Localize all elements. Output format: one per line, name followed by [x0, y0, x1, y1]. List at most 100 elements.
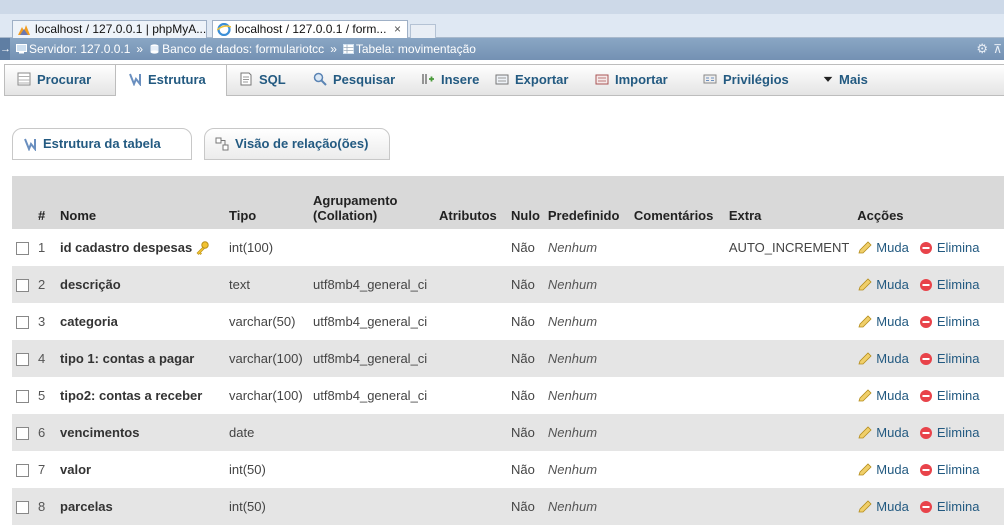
- drop-label: Elimina: [936, 351, 980, 366]
- drop-icon: [919, 464, 932, 476]
- menu-import[interactable]: Importar: [593, 65, 691, 95]
- column-attributes: [435, 229, 507, 266]
- insert-icon: [422, 74, 434, 84]
- drop-action[interactable]: Elimina: [919, 425, 979, 440]
- tab-table-structure[interactable]: Estrutura da tabela: [12, 128, 192, 160]
- menu-more[interactable]: Mais: [819, 65, 879, 95]
- settings-gear-icon[interactable]: ⚙: [976, 38, 988, 60]
- row-checkbox[interactable]: [16, 427, 29, 441]
- column-comments: [629, 266, 725, 303]
- column-name: id cadastro despesas: [60, 240, 193, 255]
- table-row: 6 vencimentos date Não Nenhum Muda Elimin…: [12, 414, 1004, 451]
- breadcrumb-database[interactable]: Banco de dados: formulariotcc: [162, 42, 324, 56]
- drop-label: Elimina: [936, 462, 980, 477]
- breadcrumb-separator: »: [330, 42, 337, 56]
- structure-table: # Nome Tipo Agrupamento (Collation) Atrib…: [12, 176, 1004, 525]
- drop-action[interactable]: Elimina: [919, 240, 979, 255]
- drop-action[interactable]: Elimina: [919, 499, 980, 514]
- pencil-icon: [858, 426, 872, 439]
- ie-logo-icon: [217, 23, 231, 36]
- row-number: 1: [34, 229, 56, 266]
- row-actions: Muda Elimina: [853, 340, 1004, 377]
- column-collation: utf8mb4_general_ci: [309, 377, 435, 414]
- change-action[interactable]: Muda: [857, 499, 909, 514]
- change-action[interactable]: Muda: [857, 314, 909, 329]
- column-null: Não: [507, 229, 544, 266]
- privileges-icon: [703, 74, 717, 84]
- table-menu: Procurar Estrutura SQL Pesquisar Insere …: [4, 64, 1004, 96]
- menu-sql[interactable]: SQL: [235, 65, 307, 95]
- column-name-cell: descrição: [56, 266, 225, 303]
- tab-relation-view[interactable]: Visão de relação(ões): [204, 128, 390, 160]
- row-checkbox[interactable]: [16, 464, 29, 478]
- table-row: 8 parcelas int(50) Não Nenhum Muda Elimin…: [12, 488, 1004, 525]
- header-name[interactable]: Nome: [56, 176, 225, 229]
- drop-icon: [919, 353, 932, 365]
- browser-tab-form[interactable]: localhost / 127.0.0.1 / form... ×: [212, 20, 408, 38]
- header-collation[interactable]: Agrupamento (Collation): [309, 176, 435, 229]
- menu-export[interactable]: Exportar: [493, 65, 589, 95]
- change-action[interactable]: Muda: [857, 388, 909, 403]
- drop-action[interactable]: Elimina: [919, 314, 979, 329]
- close-tab-icon[interactable]: ×: [394, 21, 401, 38]
- browse-icon: [17, 72, 31, 86]
- column-attributes: [435, 488, 507, 525]
- column-type: text: [225, 266, 309, 303]
- column-collation: [309, 488, 435, 525]
- change-label: Muda: [876, 462, 909, 477]
- row-number: 8: [34, 488, 56, 525]
- back-arrow-icon[interactable]: →: [0, 38, 11, 60]
- phpmyadmin-logo-icon: [18, 25, 30, 35]
- row-actions: Muda Elimina: [853, 414, 1004, 451]
- change-action[interactable]: Muda: [857, 277, 909, 292]
- menu-insert[interactable]: Insere: [419, 65, 489, 95]
- change-action[interactable]: Muda: [857, 240, 909, 255]
- row-number: 2: [34, 266, 56, 303]
- drop-action[interactable]: Elimina: [919, 277, 979, 292]
- menu-search[interactable]: Pesquisar: [311, 65, 415, 95]
- column-type: int(50): [225, 451, 309, 488]
- column-name-cell: tipo 1: contas a pagar: [56, 340, 225, 377]
- column-collation: [309, 414, 435, 451]
- row-checkbox[interactable]: [16, 279, 29, 293]
- row-checkbox[interactable]: [16, 390, 29, 404]
- drop-action[interactable]: Elimina: [919, 388, 979, 403]
- change-action[interactable]: Muda: [857, 351, 909, 366]
- change-action[interactable]: Muda: [857, 425, 909, 440]
- column-comments: [629, 451, 725, 488]
- menu-structure[interactable]: Estrutura: [115, 65, 227, 96]
- header-type[interactable]: Tipo: [225, 176, 309, 229]
- breadcrumb-server[interactable]: Servidor: 127.0.0.1: [29, 42, 130, 56]
- drop-icon: [919, 316, 932, 328]
- row-checkbox[interactable]: [16, 242, 29, 256]
- pencil-icon: [858, 389, 872, 402]
- table-row: 4 tipo 1: contas a pagar varchar(100) ut…: [12, 340, 1004, 377]
- change-action[interactable]: Muda: [857, 462, 909, 477]
- column-extra: [724, 266, 854, 303]
- drop-label: Elimina: [936, 499, 980, 514]
- search-icon: [313, 72, 327, 86]
- browser-tab-phpmyadmin[interactable]: localhost / 127.0.0.1 | phpMyA...: [12, 20, 207, 38]
- change-label: Muda: [876, 425, 909, 440]
- column-default: Nenhum: [543, 303, 630, 340]
- change-label: Muda: [876, 240, 909, 255]
- row-select-cell: [12, 414, 34, 451]
- new-tab-button[interactable]: [410, 24, 436, 38]
- drop-action[interactable]: Elimina: [919, 351, 980, 366]
- column-null: Não: [507, 451, 544, 488]
- row-checkbox[interactable]: [16, 316, 29, 330]
- change-label: Muda: [876, 388, 909, 403]
- column-comments: [629, 377, 725, 414]
- import-icon: [595, 74, 609, 85]
- column-comments: [629, 229, 725, 266]
- row-checkbox[interactable]: [16, 353, 29, 367]
- menu-browse[interactable]: Procurar: [11, 65, 115, 95]
- menu-privileges[interactable]: Privilégios: [699, 65, 813, 95]
- row-checkbox[interactable]: [16, 501, 29, 515]
- column-null: Não: [507, 488, 544, 525]
- drop-action[interactable]: Elimina: [919, 462, 980, 477]
- breadcrumb-table[interactable]: Tabela: movimentação: [356, 42, 476, 56]
- column-attributes: [435, 377, 507, 414]
- column-type: varchar(50): [225, 303, 309, 340]
- collapse-icon[interactable]: ⊼: [993, 38, 1002, 60]
